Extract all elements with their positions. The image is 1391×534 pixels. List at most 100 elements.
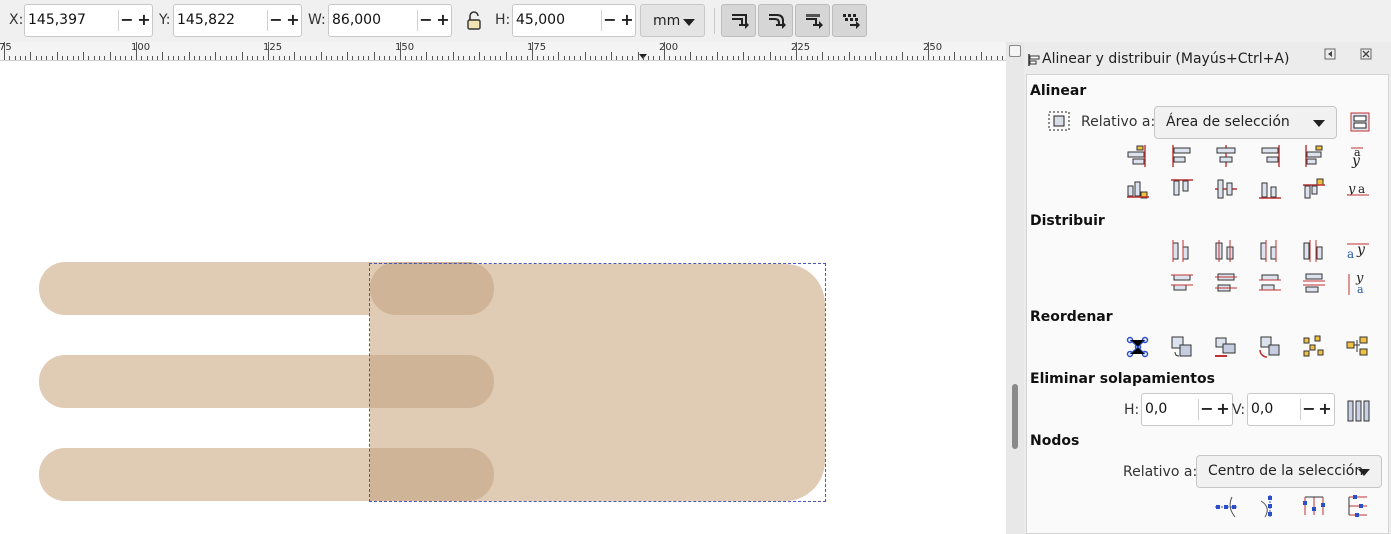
distribute-left-edges-icon[interactable]: [1169, 238, 1195, 264]
align-baselines-vertical-icon[interactable]: ay: [1345, 143, 1371, 169]
nodes-relative-dropdown[interactable]: Centro de la selección: [1196, 455, 1382, 488]
overlap-h-increment-button[interactable]: +: [1216, 401, 1230, 417]
svg-text:a: a: [1358, 182, 1365, 196]
distribute-gaps-horizontal-icon[interactable]: [1301, 238, 1327, 264]
unit-dropdown[interactable]: mm: [640, 4, 705, 37]
align-right-edge-to-left-icon[interactable]: [1125, 143, 1151, 169]
ruler-tick: [611, 52, 612, 60]
ruler-tick: [242, 52, 243, 60]
exchange-z-order-icon[interactable]: [1213, 334, 1239, 360]
ruler-tick: [923, 56, 924, 60]
align-baselines-horizontal-icon[interactable]: ya: [1345, 176, 1371, 202]
distribute-nodes-vertical-icon[interactable]: [1345, 493, 1371, 519]
x-decrement-button[interactable]: −: [120, 12, 134, 28]
y-value[interactable]: 145,822: [177, 12, 235, 28]
w-spinbox[interactable]: 86,000 − +: [328, 4, 452, 37]
overlap-h-decrement-button[interactable]: −: [1200, 401, 1214, 417]
y-increment-button[interactable]: +: [286, 12, 300, 28]
distribute-gaps-vertical-icon[interactable]: [1301, 271, 1327, 297]
ruler-tick: [247, 56, 248, 60]
overlap-v-value[interactable]: 0,0: [1251, 401, 1273, 417]
ruler-tick: [448, 56, 449, 60]
move-selection-as-group-icon[interactable]: [1348, 110, 1372, 138]
overlap-v-increment-button[interactable]: +: [1318, 401, 1332, 417]
ruler-tick: [157, 56, 158, 60]
ruler-tick: [310, 56, 311, 60]
lock-open-icon[interactable]: [466, 11, 482, 35]
overlap-v-decrement-button[interactable]: −: [1302, 401, 1316, 417]
distribute-top-edges-icon[interactable]: [1169, 271, 1195, 297]
treat-selection-as-group-icon[interactable]: [1047, 110, 1071, 136]
distribute-nodes-horizontal-icon[interactable]: [1301, 493, 1327, 519]
align-top-edges-icon[interactable]: [1169, 176, 1195, 202]
unclump-icon[interactable]: [1345, 334, 1371, 360]
ruler-tick: [162, 52, 163, 60]
overlap-h-value[interactable]: 0,0: [1145, 401, 1167, 417]
graph-layout-icon[interactable]: [1125, 334, 1151, 360]
align-relative-dropdown[interactable]: Área de selección: [1154, 106, 1337, 139]
scrollbar-thumb[interactable]: [1012, 384, 1018, 449]
h-value[interactable]: 45,000: [516, 12, 565, 28]
h-decrement-button[interactable]: −: [603, 12, 617, 28]
align-nodes-vertical-icon[interactable]: [1257, 493, 1283, 519]
align-bottom-edges-icon[interactable]: [1257, 176, 1283, 202]
h-increment-button[interactable]: +: [620, 12, 634, 28]
align-bottom-edge-to-top-icon[interactable]: [1125, 176, 1151, 202]
ruler-tick: [548, 56, 549, 60]
exchange-positions-icon[interactable]: [1169, 334, 1195, 360]
align-left-edge-to-right-icon[interactable]: [1301, 143, 1327, 169]
x-increment-button[interactable]: +: [137, 12, 151, 28]
overlap-v-spinbox[interactable]: 0,0 − +: [1247, 393, 1335, 426]
ruler-tick: [289, 56, 290, 60]
w-decrement-button[interactable]: −: [419, 12, 433, 28]
scale-corners-icon: [769, 14, 786, 29]
align-nodes-horizontal-icon[interactable]: [1213, 493, 1239, 519]
ruler-tick: [574, 56, 575, 60]
ruler-tick: [648, 56, 649, 60]
ruler-tick: [279, 56, 280, 60]
move-gradients-toggle[interactable]: [795, 4, 830, 37]
y-decrement-button[interactable]: −: [269, 12, 283, 28]
ruler-tick: [384, 56, 385, 60]
ruler-tick: [743, 52, 744, 60]
align-right-edges-icon[interactable]: [1257, 143, 1283, 169]
overlap-h-spinbox[interactable]: 0,0 − +: [1141, 393, 1233, 426]
distribute-right-edges-icon[interactable]: [1257, 238, 1283, 264]
ruler-tick: [933, 56, 934, 60]
exchange-clockwise-icon[interactable]: [1257, 334, 1283, 360]
align-top-edge-to-bottom-icon[interactable]: [1301, 176, 1327, 202]
scale-stroke-toggle[interactable]: [721, 4, 756, 37]
scale-corners-toggle[interactable]: [758, 4, 793, 37]
close-icon[interactable]: [1359, 48, 1373, 62]
h-spinbox[interactable]: 45,000 − +: [512, 4, 636, 37]
ruler-tick: [616, 56, 617, 60]
distribute-bottom-edges-icon[interactable]: [1257, 271, 1283, 297]
w-label: W:: [308, 12, 326, 28]
ruler-tick: [796, 42, 797, 60]
horizontal-ruler[interactable]: 75 100 125 150 175 200 225 250: [0, 42, 1008, 61]
ruler-tick: [764, 56, 765, 60]
align-left-edges-icon[interactable]: [1169, 143, 1195, 169]
move-patterns-toggle[interactable]: [832, 4, 867, 37]
undock-icon[interactable]: [1323, 48, 1337, 62]
w-value[interactable]: 86,000: [332, 12, 381, 28]
center-horizontal-axis-icon[interactable]: [1213, 176, 1239, 202]
w-increment-button[interactable]: +: [436, 12, 450, 28]
ruler-tick: [712, 56, 713, 60]
y-spinbox[interactable]: 145,822 − +: [173, 4, 302, 37]
ruler-label: 75: [0, 42, 12, 53]
randomize-icon[interactable]: [1301, 334, 1327, 360]
distribute-centers-horizontal-icon[interactable]: [1213, 238, 1239, 264]
x-value[interactable]: 145,397: [28, 12, 86, 28]
x-spinbox[interactable]: 145,397 − +: [24, 4, 153, 37]
distribute-baselines-vertical-icon[interactable]: ya: [1345, 271, 1371, 297]
remove-overlaps-icon[interactable]: [1346, 397, 1372, 427]
scrollbar-corner-button[interactable]: [1009, 45, 1021, 57]
ruler-tick: [675, 56, 676, 60]
center-vertical-axis-icon[interactable]: [1213, 143, 1239, 169]
distribute-baselines-horizontal-icon[interactable]: ay: [1345, 238, 1371, 264]
vertical-scrollbar[interactable]: [1006, 42, 1024, 534]
ruler-tick: [46, 56, 47, 60]
drawing-canvas[interactable]: [0, 61, 1006, 534]
distribute-centers-vertical-icon[interactable]: [1213, 271, 1239, 297]
